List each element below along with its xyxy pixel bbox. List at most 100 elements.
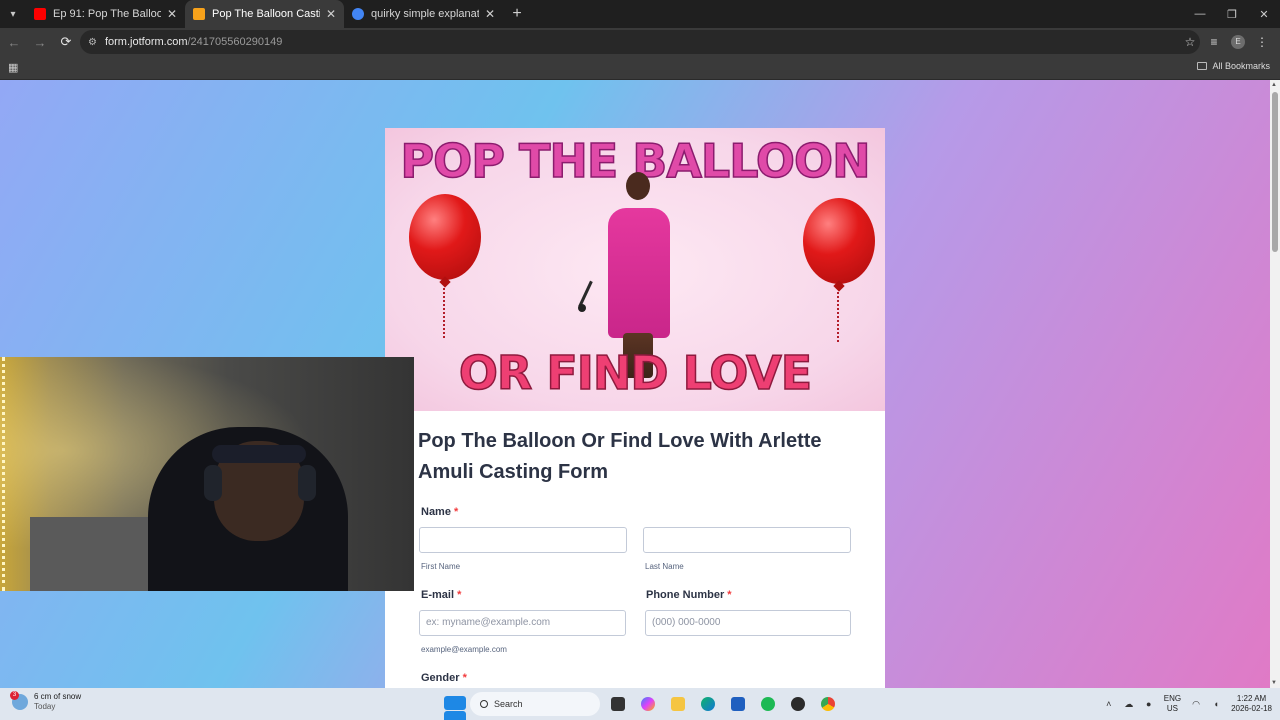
gender-label-text: Gender	[421, 672, 460, 684]
email-sublabel: example@example.com	[421, 645, 507, 654]
host-figure-head	[626, 172, 650, 200]
banner-image: POP THE BALLOON OR FIND LOVE	[385, 128, 885, 411]
wifi-icon[interactable]: ◠	[1191, 699, 1201, 710]
reload-icon[interactable]: ⟳	[54, 30, 78, 54]
phone-input[interactable]: (000) 000-0000	[645, 610, 851, 636]
tab-google[interactable]: quirky simple explanatio9n - Go ✕	[344, 0, 503, 28]
headphone-right-icon	[298, 465, 316, 501]
tray-chevron-icon[interactable]: ˄	[1104, 699, 1114, 709]
webcam-overlay	[0, 357, 414, 591]
weather-subtext: Today	[34, 702, 56, 711]
bookmark-star-icon[interactable]: ☆	[1178, 35, 1202, 49]
media-control-icon[interactable]: ≡	[1202, 35, 1226, 49]
windows-logo-icon	[444, 696, 466, 720]
copilot-icon[interactable]	[636, 692, 660, 716]
youtube-favicon-icon	[34, 8, 46, 20]
search-label: Search	[494, 699, 523, 709]
lang-bottom: US	[1166, 704, 1178, 713]
phone-label-text: Phone Number	[646, 589, 725, 601]
banner-bottom-text: OR FIND LOVE	[458, 345, 813, 401]
balloon-string	[443, 288, 445, 338]
clock-time: 1:22 AM	[1236, 694, 1267, 703]
host-figure-dress	[608, 208, 670, 338]
back-arrow-icon[interactable]: ←	[2, 30, 26, 54]
restore-icon[interactable]: ❐	[1216, 0, 1248, 28]
tab-title: Pop The Balloon Casting Form	[212, 8, 320, 20]
bookmarks-bar: ▦ All Bookmarks	[0, 56, 1280, 80]
email-label: E-mail *	[421, 589, 461, 601]
folder-icon	[1197, 62, 1208, 70]
onedrive-icon[interactable]: ☁	[1124, 699, 1134, 710]
tab-jotform[interactable]: Pop The Balloon Casting Form ✕	[185, 0, 344, 28]
url-path: /241705560290149	[187, 36, 283, 48]
microphone-icon	[578, 304, 586, 312]
menu-kebab-icon[interactable]: ⋮	[1250, 35, 1274, 49]
volume-icon[interactable]: ◖	[1211, 699, 1221, 709]
scroll-up-icon[interactable]: ▲	[1271, 82, 1277, 88]
clock-date: 2026-02-18	[1231, 704, 1272, 713]
close-tab-icon[interactable]: ✕	[483, 7, 497, 21]
forward-arrow-icon[interactable]: →	[28, 30, 52, 54]
app-icon[interactable]	[786, 692, 810, 716]
gender-label: Gender *	[421, 672, 467, 684]
first-name-input[interactable]	[419, 527, 627, 553]
phone-label: Phone Number *	[646, 589, 732, 601]
search-icon	[480, 700, 488, 708]
url-host: form.jotform.com	[104, 36, 188, 48]
webcam-headband	[212, 445, 306, 463]
window-controls: — ❐ ✕	[1184, 0, 1280, 28]
minimize-icon[interactable]: —	[1184, 0, 1216, 28]
first-name-sublabel: First Name	[421, 562, 461, 571]
last-name-input[interactable]	[643, 527, 851, 553]
last-name-sublabel: Last Name	[645, 562, 684, 571]
scroll-down-icon[interactable]: ▼	[1271, 680, 1277, 686]
tab-strip: ▾ Ep 91: Pop The Balloon Or Find ✕ Pop T…	[0, 0, 1280, 28]
microphone-tray-icon[interactable]: ●	[1144, 699, 1154, 709]
jotform-favicon-icon	[193, 8, 205, 20]
taskbar-search[interactable]: Search	[470, 692, 600, 716]
all-bookmarks-label: All Bookmarks	[1212, 61, 1270, 71]
clock[interactable]: 1:22 AM 2026-02-18	[1231, 694, 1272, 714]
address-bar[interactable]: ⚙ form.jotform.com /241705560290149	[80, 30, 1200, 54]
balloon-string	[837, 292, 839, 342]
required-mark: *	[457, 589, 462, 601]
edge-icon[interactable]	[696, 692, 720, 716]
apps-grid-icon[interactable]: ▦	[8, 61, 18, 74]
required-mark: *	[462, 672, 467, 684]
weather-snow-icon: 3	[10, 691, 28, 710]
spotify-icon[interactable]	[756, 692, 780, 716]
email-input[interactable]: ex: myname@example.com	[419, 610, 626, 636]
weather-widget[interactable]: 3 6 cm of snow Today	[10, 691, 82, 712]
start-button[interactable]	[440, 692, 466, 720]
page-scrollbar[interactable]: ▲ ▼	[1270, 80, 1280, 688]
required-mark: *	[727, 589, 732, 601]
google-favicon-icon	[352, 8, 364, 20]
task-view-icon[interactable]	[606, 692, 630, 716]
name-label: Name *	[421, 506, 458, 518]
lang-top: ENG	[1163, 694, 1182, 703]
form-title: Pop The Balloon Or Find Love With Arlett…	[418, 430, 822, 483]
close-window-icon[interactable]: ✕	[1248, 0, 1280, 28]
store-icon[interactable]	[726, 692, 750, 716]
site-info-icon[interactable]: ⚙	[88, 37, 97, 48]
email-label-text: E-mail	[421, 589, 455, 601]
name-label-text: Name	[421, 506, 451, 518]
windows-taskbar: 3 6 cm of snow Today Search ˄ ☁ ● ENG US…	[0, 688, 1280, 720]
notification-badge: 3	[10, 691, 19, 700]
new-tab-button[interactable]: +	[505, 5, 529, 23]
webcam-background-desk	[30, 517, 150, 591]
headphone-left-icon	[204, 465, 222, 501]
tab-search-icon[interactable]: ▾	[0, 0, 26, 28]
profile-avatar[interactable]: E	[1231, 35, 1245, 49]
file-explorer-icon[interactable]	[666, 692, 690, 716]
weather-text: 6 cm of snow	[34, 692, 82, 701]
close-tab-icon[interactable]: ✕	[324, 7, 338, 21]
tab-youtube[interactable]: Ep 91: Pop The Balloon Or Find ✕	[26, 0, 185, 28]
language-indicator[interactable]: ENG US	[1164, 694, 1181, 714]
scrollbar-thumb[interactable]	[1272, 92, 1278, 252]
system-tray: ˄ ☁ ● ENG US ◠ ◖ 1:22 AM 2026-02-18	[1104, 688, 1272, 720]
chrome-icon[interactable]	[816, 692, 840, 716]
all-bookmarks-button[interactable]: All Bookmarks	[1197, 61, 1270, 71]
required-mark: *	[454, 506, 459, 518]
close-tab-icon[interactable]: ✕	[165, 7, 179, 21]
